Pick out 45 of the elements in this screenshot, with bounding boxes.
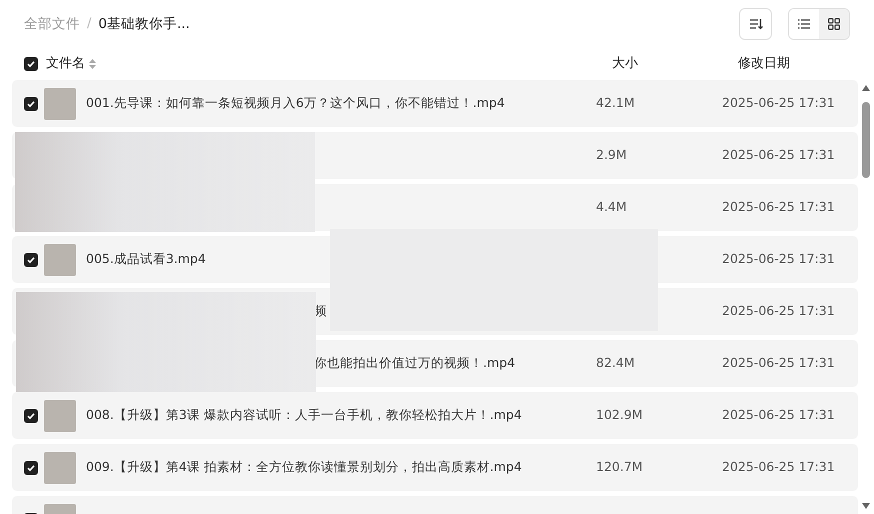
sort-button[interactable] xyxy=(739,8,772,40)
checkbox[interactable] xyxy=(24,408,38,422)
checkmark-icon xyxy=(26,59,36,69)
column-header: 修改日期 xyxy=(738,55,790,74)
file-size: 2.9M xyxy=(596,146,628,164)
checkmark-icon xyxy=(26,462,36,472)
checkbox[interactable] xyxy=(24,252,38,266)
file-row[interactable]: 001.先导课：如何靠一条短视频月入6万？这个风口，你不能错过！.mp4 42.1M 2025-06-25 17:31 xyxy=(12,80,858,127)
breadcrumb-current: 0基础教你手... xyxy=(98,14,190,34)
grid-icon xyxy=(828,18,840,30)
file-name: 005.成品试看3.mp4 xyxy=(86,250,207,268)
modified-date: 2025-06-25 17:31 xyxy=(722,354,835,372)
scrollbar[interactable] xyxy=(860,84,872,510)
file-name: 001.先导课：如何靠一条短视频月入6万？这个风口，你不能错过！.mp4 xyxy=(86,94,506,112)
modified-date: 2025-06-25 17:31 xyxy=(722,198,835,216)
modified-date: 2025-06-25 17:31 xyxy=(722,250,835,268)
file-size: 120.7M xyxy=(596,458,644,476)
scroll-down-icon[interactable] xyxy=(861,502,871,510)
file-row[interactable]: 009.【升级】第4课 拍素材：全方位教你读懂景别划分，拍出高质素材.mp4 120.7M 2025-06-25 17:31 xyxy=(12,444,858,491)
column-header: 大小 xyxy=(612,55,639,74)
checkmark-icon xyxy=(26,98,36,108)
modified-date: 2025-06-25 17:31 xyxy=(722,458,835,476)
checkbox[interactable] xyxy=(24,57,38,71)
column-header: 文件名 xyxy=(46,55,85,74)
checkbox[interactable] xyxy=(24,96,38,110)
checkmark-icon xyxy=(26,254,36,264)
file-size: 42.1M xyxy=(596,94,636,112)
sort-icon xyxy=(748,18,762,30)
file-size: 4.4M xyxy=(596,198,628,216)
checkmark-icon xyxy=(26,410,36,420)
grid-view-button[interactable] xyxy=(819,9,849,39)
breadcrumb-separator: / xyxy=(87,15,92,34)
scroll-up-icon[interactable] xyxy=(861,84,871,92)
modified-date: 2025-06-25 17:31 xyxy=(722,406,835,424)
file-row[interactable]: 008.【升级】第3课 爆款内容试听：人手一台手机，教你轻松拍大片！.mp4 102.9M 2025-06-25 17:31 xyxy=(12,392,858,439)
scrollbar-thumb[interactable] xyxy=(862,102,870,178)
file-size: 102.9M xyxy=(596,406,644,424)
modified-date: 2025-06-25 17:31 xyxy=(722,94,835,112)
file-name: 009.【升级】第4课 拍素材：全方位教你读懂景别划分，拍出高质素材.mp4 xyxy=(86,458,523,476)
file-size: 82.4M xyxy=(596,354,636,372)
modified-date: 2025-06-25 17:31 xyxy=(722,146,835,164)
file-name: 008.【升级】第3课 爆款内容试听：人手一台手机，教你轻松拍大片！.mp4 xyxy=(86,406,523,424)
modified-date: 2025-06-25 17:31 xyxy=(722,302,835,320)
list-icon xyxy=(798,19,810,29)
checkbox[interactable] xyxy=(24,460,38,474)
